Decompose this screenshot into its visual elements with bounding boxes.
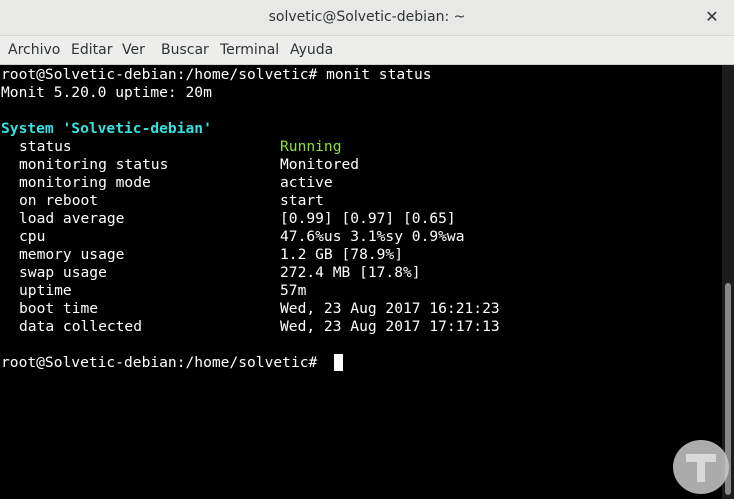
close-icon[interactable]: ✕ xyxy=(702,7,722,27)
watermark-logo-icon xyxy=(673,440,729,494)
command-prompt: root@Solvetic-debian:/home/solvetic# mon… xyxy=(1,66,432,83)
monitoring-mode-key: monitoring mode xyxy=(19,174,151,191)
scrollbar[interactable] xyxy=(722,65,734,499)
load-average-key: load average xyxy=(19,210,125,227)
menu-terminal[interactable]: Terminal xyxy=(220,42,279,58)
monitoring-status-value: Monitored xyxy=(280,156,360,173)
memory-usage-key: memory usage xyxy=(19,246,125,263)
boot-time-key: boot time xyxy=(19,300,99,317)
menu-ayuda[interactable]: Ayuda xyxy=(290,42,333,58)
boot-time-value: Wed, 23 Aug 2017 16:21:23 xyxy=(280,300,500,317)
version-line: Monit 5.20.0 uptime: 20m xyxy=(1,84,212,101)
cpu-value: 47.6%us 3.1%sy 0.9%wa xyxy=(280,228,465,245)
monitoring-status-key: monitoring status xyxy=(19,156,169,173)
status-key: status xyxy=(19,138,72,155)
swap-usage-key: swap usage xyxy=(19,264,107,281)
memory-usage-value: 1.2 GB [78.9%] xyxy=(280,246,404,263)
menu-ver[interactable]: Ver xyxy=(122,42,145,58)
menu-buscar[interactable]: Buscar xyxy=(161,42,209,58)
data-collected-key: data collected xyxy=(19,318,143,335)
menu-editar[interactable]: Editar xyxy=(71,42,112,58)
on-reboot-key: on reboot xyxy=(19,192,99,209)
swap-usage-value: 272.4 MB [17.8%] xyxy=(280,264,421,281)
uptime-key: uptime xyxy=(19,282,72,299)
load-average-value: [0.99] [0.97] [0.65] xyxy=(280,210,456,227)
command-prompt-current: root@Solvetic-debian:/home/solvetic# xyxy=(1,354,327,371)
window-title: solvetic@Solvetic-debian: ~ xyxy=(268,9,466,25)
data-collected-value: Wed, 23 Aug 2017 17:17:13 xyxy=(280,318,500,335)
system-header: System 'Solvetic-debian' xyxy=(1,120,212,137)
terminal-output[interactable]: root@Solvetic-debian:/home/solvetic# mon… xyxy=(0,65,722,499)
menu-bar: Archivo Editar Ver Buscar Terminal Ayuda xyxy=(0,36,734,65)
monitoring-mode-value: active xyxy=(280,174,333,191)
cpu-key: cpu xyxy=(19,228,46,245)
status-value: Running xyxy=(280,138,342,155)
menu-archivo[interactable]: Archivo xyxy=(8,42,60,58)
title-bar[interactable]: solvetic@Solvetic-debian: ~ ✕ xyxy=(0,0,734,36)
text-cursor xyxy=(334,354,343,371)
on-reboot-value: start xyxy=(280,192,324,209)
uptime-value: 57m xyxy=(280,282,307,299)
